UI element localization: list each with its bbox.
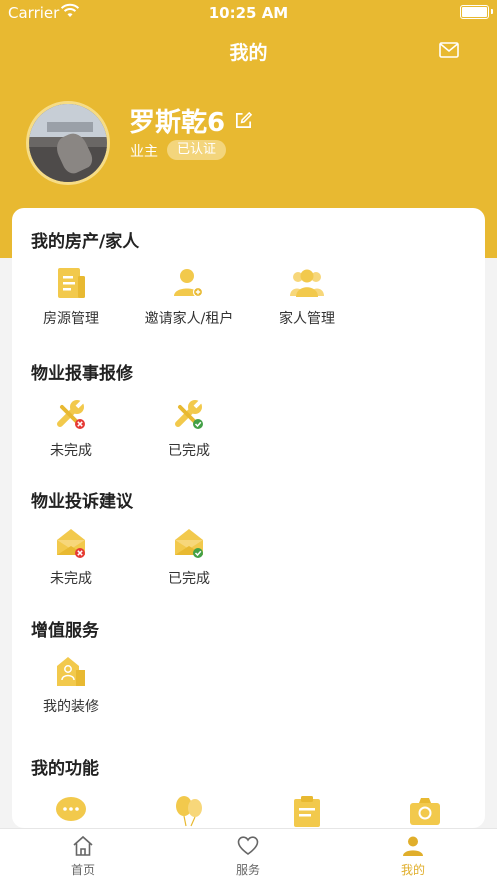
home-icon <box>73 835 93 856</box>
battery-icon <box>460 5 489 19</box>
balloon-icon <box>176 796 202 827</box>
complaint-complete-item[interactable]: 已完成 <box>130 526 248 588</box>
function-balloon-item[interactable] <box>130 794 248 828</box>
menu-card: 我的房产/家人 房源管理 邀请家人/租户 家人管理 物业报事报修 未完成 已完成… <box>12 208 485 828</box>
my-decoration-item[interactable]: 我的装修 <box>12 654 130 716</box>
section-title-property: 我的房产/家人 <box>31 232 140 252</box>
page-title: 我的 <box>229 42 268 64</box>
tab-services[interactable]: 服务 <box>188 835 308 878</box>
clock: 10:25 AM <box>208 4 289 22</box>
tab-home[interactable]: 首页 <box>23 835 143 878</box>
wrench-complete-icon <box>175 398 204 429</box>
function-clipboard-item[interactable] <box>248 794 366 828</box>
tab-label: 我的 <box>400 863 425 877</box>
status-bar: Carrier 10:25 AM <box>0 0 497 26</box>
heart-icon <box>237 836 259 855</box>
section-title-complaint: 物业投诉建议 <box>31 492 133 512</box>
invite-family-tenant-item[interactable]: 邀请家人/租户 <box>130 266 248 328</box>
item-label: 已完成 <box>168 571 210 587</box>
repair-incomplete-item[interactable]: 未完成 <box>12 398 130 460</box>
invite-person-icon <box>174 269 204 298</box>
item-label: 我的装修 <box>43 699 99 715</box>
item-label: 邀请家人/租户 <box>144 311 234 327</box>
item-label: 房源管理 <box>43 311 99 327</box>
decoration-icon <box>57 657 85 686</box>
tab-label: 首页 <box>70 863 95 877</box>
wrench-incomplete-icon <box>57 398 86 429</box>
tab-mine[interactable]: 我的 <box>353 835 473 878</box>
family-icon <box>290 269 324 297</box>
complaint-incomplete-item[interactable]: 未完成 <box>12 526 130 588</box>
envelope-incomplete-icon <box>57 529 85 558</box>
tab-bar: 首页 服务 我的 <box>0 828 497 884</box>
section-title-my-functions: 我的功能 <box>31 759 99 779</box>
clipboard-icon <box>294 796 320 827</box>
function-camera-item[interactable] <box>366 794 484 828</box>
verified-badge: 已认证 <box>167 140 227 160</box>
chat-bubble-icon <box>56 797 86 821</box>
property-management-item[interactable]: 房源管理 <box>12 266 130 328</box>
camera-icon <box>410 798 440 825</box>
item-label: 已完成 <box>168 443 210 459</box>
avatar[interactable] <box>26 101 110 185</box>
user-role: 业主 <box>130 144 158 160</box>
document-icon <box>58 268 85 298</box>
item-label: 家人管理 <box>279 311 335 327</box>
family-management-item[interactable]: 家人管理 <box>248 266 366 328</box>
avatar-building <box>47 122 93 132</box>
edit-icon[interactable] <box>234 111 253 130</box>
repair-complete-item[interactable]: 已完成 <box>130 398 248 460</box>
section-title-value-added: 增值服务 <box>31 621 99 641</box>
person-icon <box>403 836 423 856</box>
tab-label: 服务 <box>235 863 260 877</box>
item-label: 未完成 <box>50 443 92 459</box>
function-chat-item[interactable] <box>12 794 130 828</box>
section-title-repair: 物业报事报修 <box>31 364 133 384</box>
item-label: 未完成 <box>50 571 92 587</box>
mail-icon[interactable] <box>439 42 459 58</box>
username: 罗斯乾6 <box>129 108 226 138</box>
battery-tip <box>491 9 493 14</box>
envelope-complete-icon <box>175 529 203 558</box>
